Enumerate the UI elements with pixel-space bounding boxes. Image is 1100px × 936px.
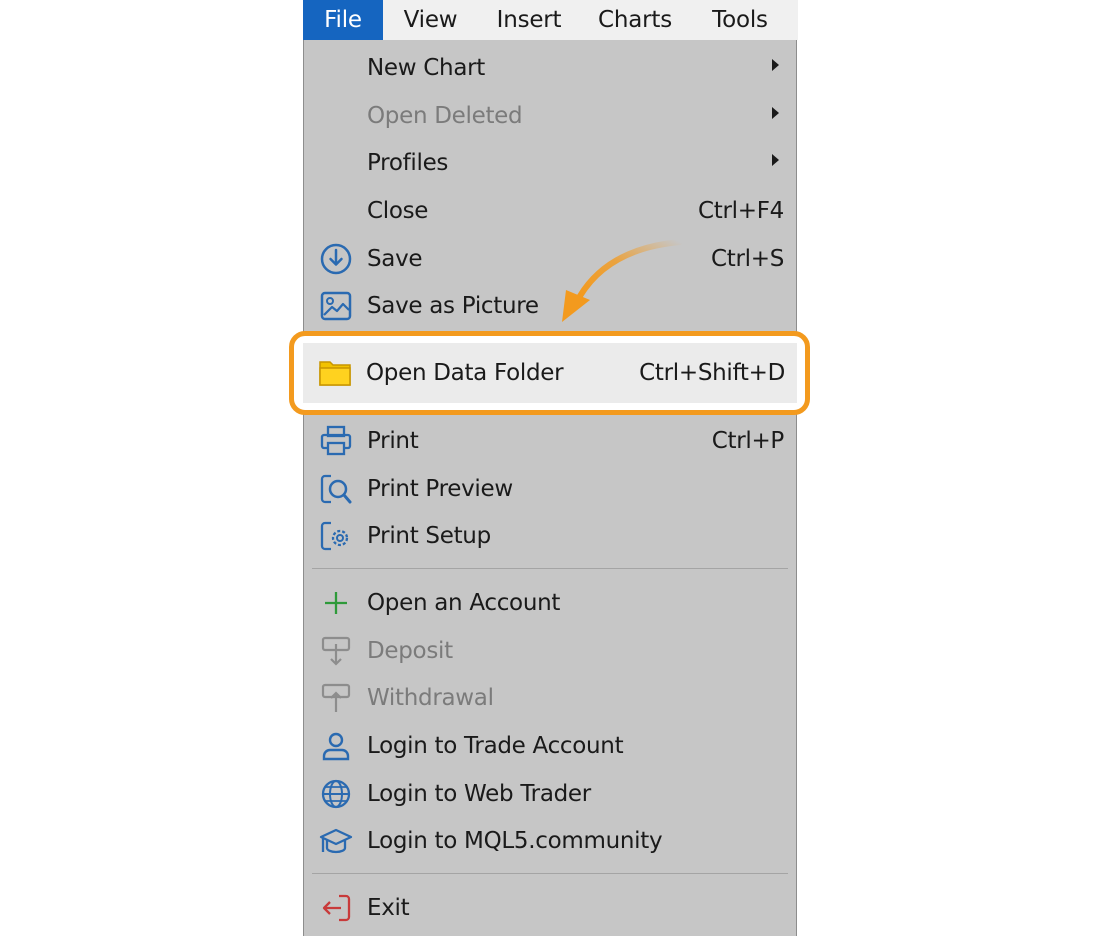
menu-separator (312, 873, 788, 874)
menu-item-new-chart[interactable]: New Chart (304, 44, 796, 91)
menu-tools[interactable]: Tools (690, 0, 790, 40)
menu-item-print-preview[interactable]: Print Preview (304, 465, 796, 512)
pointer-arrow-icon (562, 239, 683, 322)
menu-item-withdrawal: Withdrawal (304, 674, 796, 721)
menu-item-label: Print Setup (367, 522, 491, 549)
folder-icon (317, 355, 353, 391)
menu-separator (312, 568, 788, 569)
graduation-cap-icon (318, 823, 354, 859)
plus-icon (318, 585, 354, 621)
menu-item-label: Open an Account (367, 589, 561, 616)
submenu-arrow-icon (772, 58, 779, 71)
picture-icon (318, 288, 354, 324)
menu-bar: File View Insert Charts Tools (303, 0, 798, 40)
print-setup-icon (318, 518, 354, 554)
menu-charts[interactable]: Charts (580, 0, 690, 40)
globe-icon (318, 776, 354, 812)
menu-insert[interactable]: Insert (478, 0, 580, 40)
menu-item-label: Exit (367, 894, 410, 921)
menu-item-print[interactable]: Print Ctrl+P (304, 417, 796, 464)
printer-icon (318, 423, 354, 459)
menu-item-exit[interactable]: Exit (304, 884, 796, 931)
file-dropdown: New Chart Open Deleted Profiles Close Ct… (303, 40, 797, 936)
menu-item-login-mql5[interactable]: Login to MQL5.community (304, 817, 796, 864)
menu-item-open-deleted: Open Deleted (304, 92, 796, 139)
submenu-arrow-icon (772, 153, 779, 166)
menu-item-label: Login to MQL5.community (367, 827, 663, 854)
menu-item-deposit: Deposit (304, 627, 796, 674)
menu-item-label: Save as Picture (367, 292, 539, 319)
shortcut-text: Ctrl+P (711, 427, 785, 454)
menu-item-label: Open Deleted (367, 102, 523, 129)
menu-item-label: Print Preview (367, 475, 513, 502)
withdrawal-icon (318, 680, 354, 716)
menu-item-login-trade-account[interactable]: Login to Trade Account (304, 722, 796, 769)
menu-view[interactable]: View (383, 0, 478, 40)
shortcut-text: Ctrl+Shift+D (639, 360, 785, 386)
deposit-icon (318, 633, 354, 669)
menu-item-label: Deposit (367, 637, 453, 664)
menu-item-label: Print (367, 427, 419, 454)
menu-item-login-web-trader[interactable]: Login to Web Trader (304, 770, 796, 817)
shortcut-text: Ctrl+S (711, 245, 784, 272)
menu-item-label: Login to Trade Account (367, 732, 624, 759)
submenu-arrow-icon (772, 106, 779, 119)
menu-item-label: Save (367, 245, 423, 272)
menu-item-open-data-folder[interactable]: Open Data Folder Ctrl+Shift+D (303, 343, 797, 403)
menu-item-label: Login to Web Trader (367, 780, 591, 807)
menu-item-label: Withdrawal (367, 684, 494, 711)
save-icon (318, 241, 354, 277)
menu-item-label: Open Data Folder (366, 360, 564, 386)
shortcut-text: Ctrl+F4 (698, 197, 784, 224)
menu-item-label: Profiles (367, 149, 449, 176)
user-icon (318, 728, 354, 764)
menu-item-label: New Chart (367, 54, 485, 81)
menu-item-profiles[interactable]: Profiles (304, 139, 796, 186)
menu-item-label: Close (367, 197, 429, 224)
menu-item-close[interactable]: Close Ctrl+F4 (304, 187, 796, 234)
menu-item-print-setup[interactable]: Print Setup (304, 512, 796, 559)
menu-file[interactable]: File (303, 0, 383, 40)
print-preview-icon (318, 471, 354, 507)
exit-icon (318, 890, 354, 926)
menu-item-open-account[interactable]: Open an Account (304, 579, 796, 626)
